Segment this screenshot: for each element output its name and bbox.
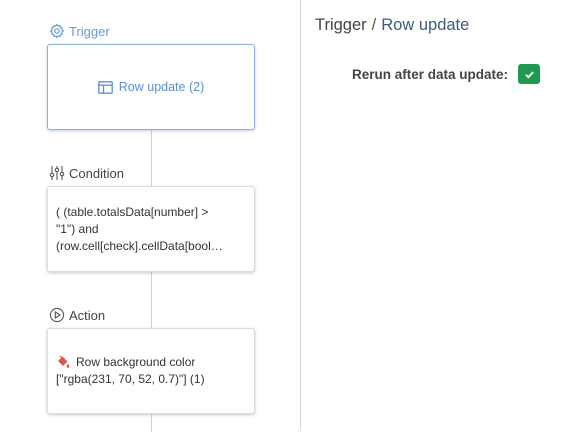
table-icon (97, 80, 113, 94)
sliders-icon (49, 165, 65, 181)
detail-panel: Trigger / Row update Rerun after data upda… (315, 0, 570, 432)
condition-line: ( (table.totalsData[number] > (56, 205, 209, 219)
trigger-card[interactable]: Row update (2) (47, 44, 255, 130)
trigger-card-text: Row update (2) (118, 79, 205, 94)
action-section-label: Action (49, 307, 105, 323)
condition-line: (row.cell[check].cellData[bool… (56, 239, 223, 253)
play-circle-icon (49, 307, 65, 323)
checkmark-icon (524, 70, 534, 79)
condition-label: Condition (69, 165, 124, 181)
condition-line: "1") and (56, 222, 99, 236)
flow-panel: Trigger Row update (2) Condition ((tabl… (0, 0, 301, 432)
breadcrumb-current: Row update (381, 16, 470, 34)
paint-bucket-icon (56, 355, 70, 369)
action-line: ["rgba(231, 70, 52, 0.7)"] (1) (56, 372, 205, 386)
breadcrumb: Trigger / Row update (315, 16, 469, 35)
trigger-label: Trigger (69, 23, 110, 39)
flow-connector (151, 414, 152, 432)
rerun-label: Rerun after data update: (352, 66, 509, 82)
breadcrumb-parent[interactable]: Trigger (315, 16, 367, 34)
condition-section-label: Condition (49, 165, 124, 181)
flow-connector (151, 130, 152, 186)
action-line: Row background color (76, 355, 196, 369)
gear-icon (49, 23, 65, 39)
action-card[interactable]: Row background color ["rgba(231, 70, 52,… (47, 328, 255, 414)
condition-card[interactable]: ( (table.totalsData[number] > "1") and (… (47, 186, 255, 272)
rerun-option: Rerun after data update: (352, 64, 541, 84)
trigger-section-label: Trigger (49, 23, 110, 39)
action-label: Action (69, 307, 106, 323)
flow-connector (151, 272, 152, 328)
breadcrumb-separator: / (371, 16, 377, 34)
rerun-checkbox[interactable] (518, 64, 541, 84)
